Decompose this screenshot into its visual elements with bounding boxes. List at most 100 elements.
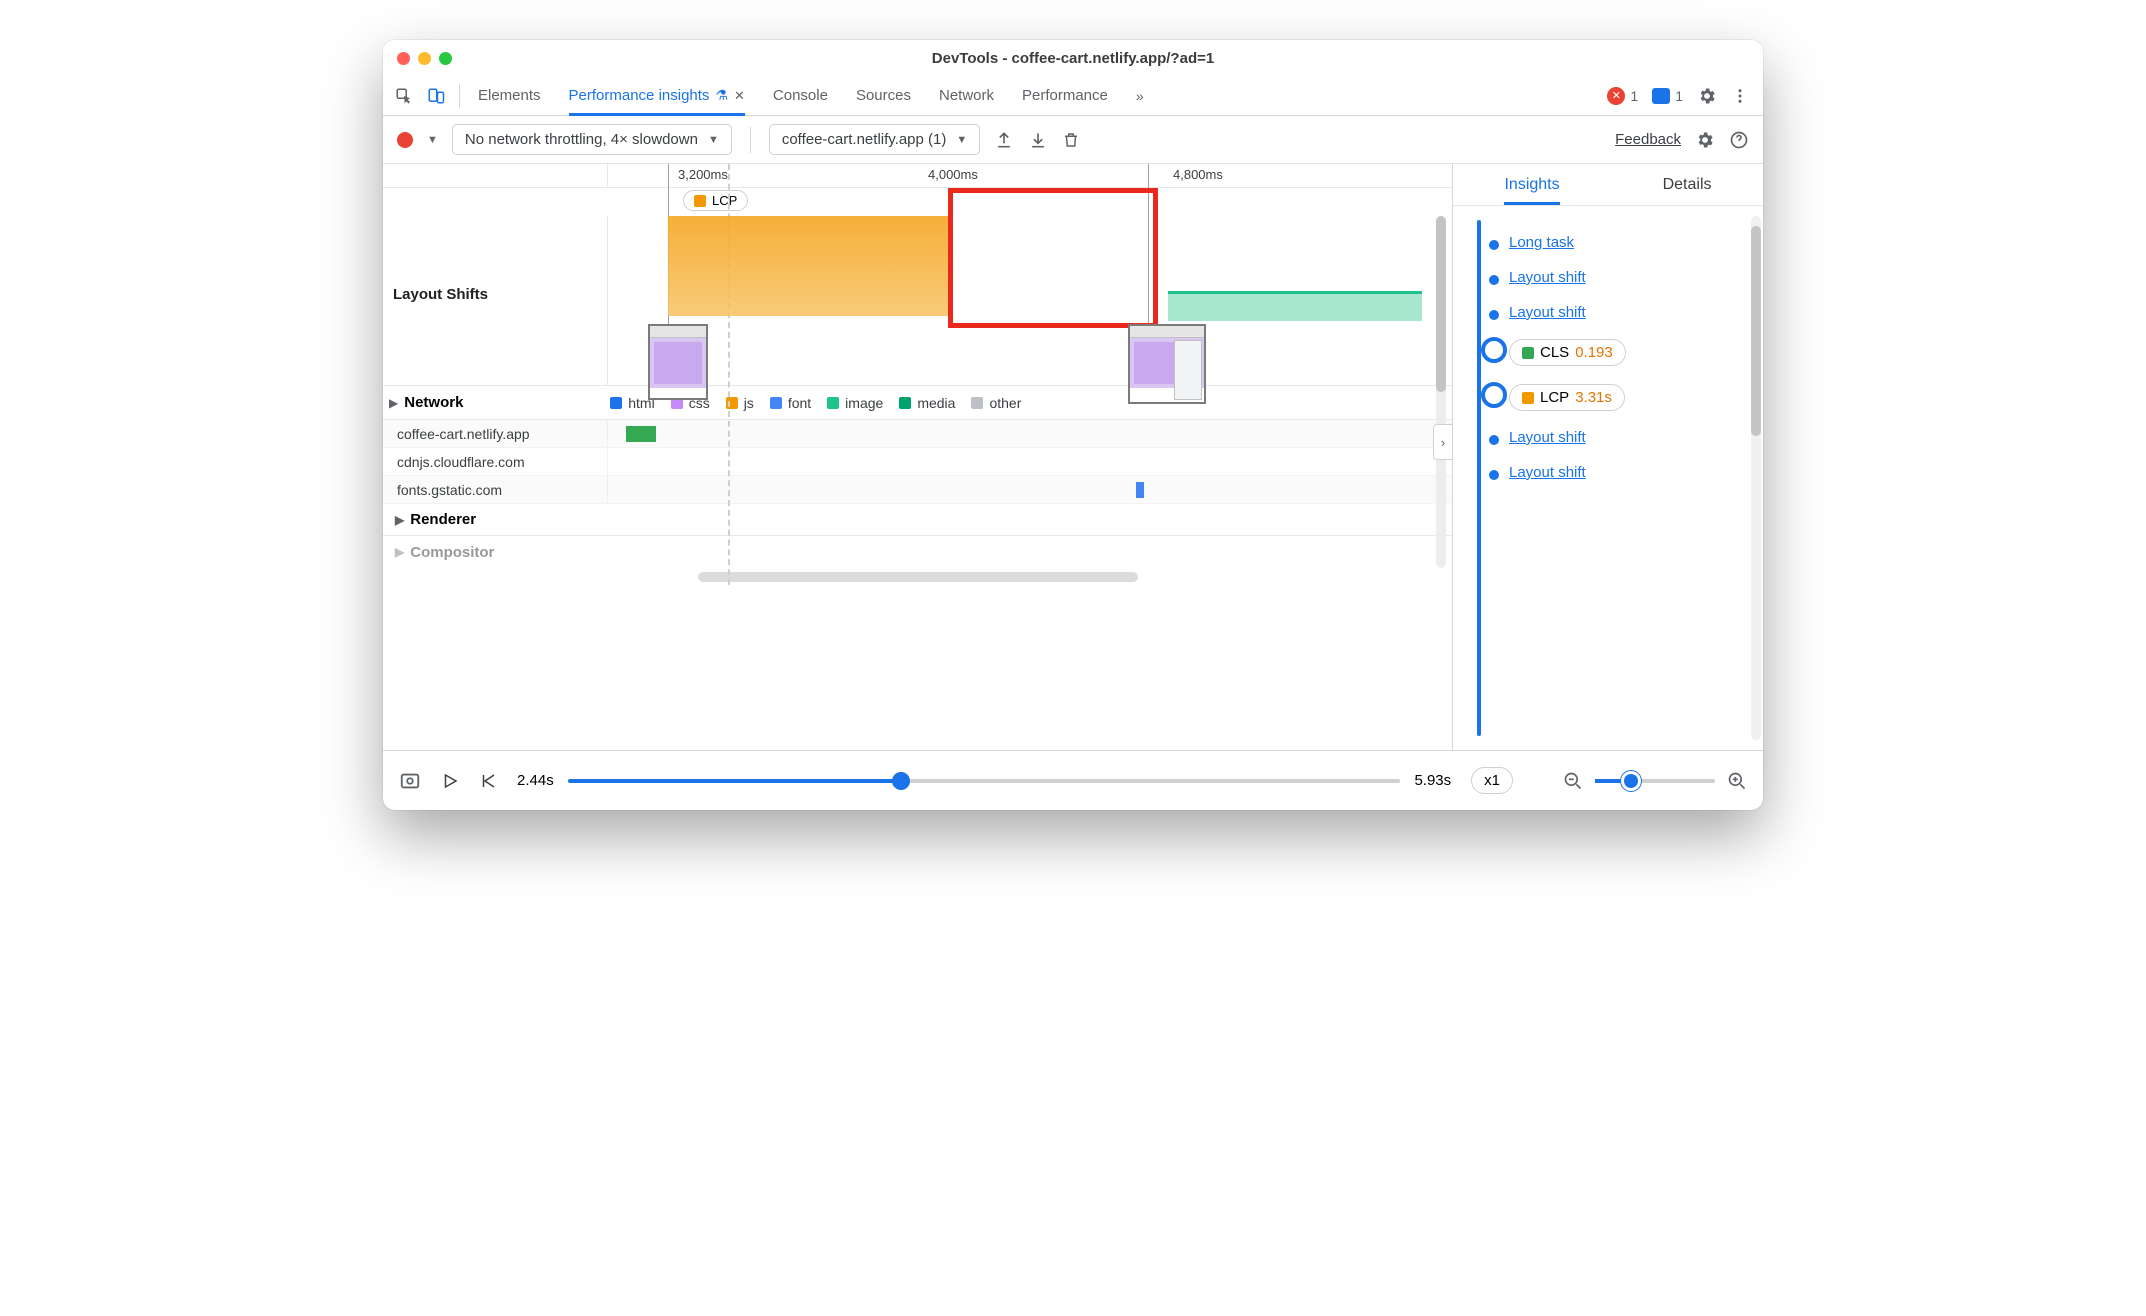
devtools-window: DevTools - coffee-cart.netlify.app/?ad=1… xyxy=(383,40,1763,810)
minimize-window-button[interactable] xyxy=(418,52,431,65)
close-tab-icon[interactable]: ✕ xyxy=(734,88,745,104)
insight-item-layout-shift[interactable]: Layout shift xyxy=(1469,464,1747,481)
playback-speed-button[interactable]: x1 xyxy=(1471,767,1513,794)
tab-details[interactable]: Details xyxy=(1663,164,1712,205)
insight-item-long-task[interactable]: Long task xyxy=(1469,234,1747,251)
page-select[interactable]: coffee-cart.netlify.app (1) ▼ xyxy=(769,124,980,155)
zoom-knob[interactable] xyxy=(1621,771,1641,791)
lcp-color-swatch xyxy=(694,195,706,207)
ruler-tick: 3,200ms xyxy=(678,167,728,182)
flame-block-cls[interactable] xyxy=(1168,291,1422,321)
chevron-down-icon: ▼ xyxy=(708,134,719,146)
error-icon: ✕ xyxy=(1607,87,1625,105)
lcp-marker-chip[interactable]: LCP xyxy=(683,190,748,211)
seek-start-button[interactable] xyxy=(479,772,497,790)
layout-shifts-track[interactable] xyxy=(608,216,1452,385)
panel-settings-icon[interactable] xyxy=(1695,130,1715,150)
right-tabs: Insights Details xyxy=(1453,164,1763,206)
insight-item-layout-shift[interactable]: Layout shift xyxy=(1469,304,1747,321)
time-slider[interactable] xyxy=(568,779,1401,783)
row-label-layout-shifts: Layout Shifts xyxy=(383,216,608,385)
tab-sources[interactable]: Sources xyxy=(856,76,911,115)
traffic-lights xyxy=(397,52,452,65)
insight-item-lcp[interactable]: LCP 3.31s xyxy=(1469,384,1747,411)
request-bar[interactable] xyxy=(1136,482,1144,498)
titlebar: DevTools - coffee-cart.netlify.app/?ad=1 xyxy=(383,40,1763,76)
vertical-scrollbar[interactable] xyxy=(1436,216,1446,568)
ruler-tick: 4,800ms xyxy=(1173,167,1223,182)
export-icon[interactable] xyxy=(994,130,1014,150)
insight-item-layout-shift[interactable]: Layout shift xyxy=(1469,269,1747,286)
tab-network[interactable]: Network xyxy=(939,76,994,115)
device-toolbar-icon[interactable] xyxy=(427,87,445,105)
disclosure-triangle-icon[interactable]: ▶ xyxy=(389,545,410,559)
tab-performance-insights[interactable]: Performance insights ⚗ ✕ xyxy=(569,76,745,115)
timeline-dot-icon xyxy=(1487,433,1501,447)
network-host-row[interactable]: coffee-cart.netlify.app xyxy=(383,420,1452,448)
tab-performance[interactable]: Performance xyxy=(1022,76,1108,115)
timeline-ring-icon xyxy=(1481,337,1507,363)
insight-item-cls[interactable]: CLS 0.193 xyxy=(1469,339,1747,366)
network-host-row[interactable]: fonts.gstatic.com xyxy=(383,476,1452,504)
zoom-in-icon[interactable] xyxy=(1727,771,1747,791)
request-bar[interactable] xyxy=(626,426,656,442)
disclosure-triangle-icon[interactable]: ▶ xyxy=(389,513,410,527)
main-content: 3,200ms 4,000ms 4,800ms LCP Layout Shift… xyxy=(383,164,1763,750)
marker-row: LCP xyxy=(383,188,1452,216)
tab-elements[interactable]: Elements xyxy=(478,76,541,115)
maximize-window-button[interactable] xyxy=(439,52,452,65)
screenshot-thumbnail[interactable] xyxy=(1128,324,1206,404)
feedback-link[interactable]: Feedback xyxy=(1615,131,1681,148)
timeline-ring-icon xyxy=(1481,382,1507,408)
time-ruler[interactable]: 3,200ms 4,000ms 4,800ms xyxy=(383,164,1452,188)
slider-knob[interactable] xyxy=(892,772,910,790)
timeline-dot-icon xyxy=(1487,273,1501,287)
timeline-player: 2.44s 5.93s x1 xyxy=(383,750,1763,810)
play-button[interactable] xyxy=(441,772,459,790)
time-end-label: 5.93s xyxy=(1414,772,1451,789)
horizontal-scrollbar[interactable] xyxy=(383,568,1452,586)
zoom-controls xyxy=(1563,771,1747,791)
help-icon[interactable] xyxy=(1729,130,1749,150)
record-button[interactable] xyxy=(397,132,413,148)
network-section-header[interactable]: ▶ Network html css js font image media o… xyxy=(383,386,1452,420)
record-dropdown-icon[interactable]: ▼ xyxy=(427,134,438,146)
delete-icon[interactable] xyxy=(1062,130,1080,150)
error-count-badge[interactable]: ✕ 1 xyxy=(1607,87,1638,105)
network-host-row[interactable]: cdnjs.cloudflare.com xyxy=(383,448,1452,476)
insights-scrollbar[interactable] xyxy=(1751,216,1761,740)
inspect-element-icon[interactable] xyxy=(395,87,413,105)
top-tab-bar: Elements Performance insights ⚗ ✕ Consol… xyxy=(383,76,1763,116)
window-title: DevTools - coffee-cart.netlify.app/?ad=1 xyxy=(383,50,1763,67)
layout-shifts-row: Layout Shifts xyxy=(383,216,1452,386)
message-icon xyxy=(1652,88,1670,104)
screenshot-thumbnail[interactable] xyxy=(648,324,708,400)
settings-icon[interactable] xyxy=(1697,86,1717,106)
zoom-slider[interactable] xyxy=(1595,779,1715,783)
disclosure-triangle-icon[interactable]: ▶ xyxy=(383,396,404,410)
insights-list[interactable]: Long task Layout shift Layout shift CLS … xyxy=(1453,206,1763,750)
timeline-dot-icon xyxy=(1487,238,1501,252)
throttling-select[interactable]: No network throttling, 4× slowdown ▼ xyxy=(452,124,732,155)
insights-panel: Insights Details Long task Layout shift … xyxy=(1453,164,1763,750)
renderer-section-header[interactable]: ▶ Renderer xyxy=(383,504,1452,536)
close-window-button[interactable] xyxy=(397,52,410,65)
tab-console[interactable]: Console xyxy=(773,76,828,115)
preview-toggle-icon[interactable] xyxy=(399,770,421,792)
timeline-panel: 3,200ms 4,000ms 4,800ms LCP Layout Shift… xyxy=(383,164,1453,750)
experiment-icon: ⚗ xyxy=(715,87,728,104)
more-tabs-icon[interactable]: » xyxy=(1136,88,1144,104)
timeline-dot-icon xyxy=(1487,468,1501,482)
flame-block-lcp[interactable] xyxy=(668,216,948,316)
compositor-section-header[interactable]: ▶ Compositor xyxy=(383,536,1452,568)
ruler-tick: 4,000ms xyxy=(928,167,978,182)
panel-collapse-handle[interactable]: › xyxy=(1433,424,1453,460)
import-icon[interactable] xyxy=(1028,130,1048,150)
chevron-down-icon: ▼ xyxy=(956,134,967,146)
time-start-label: 2.44s xyxy=(517,772,554,789)
more-options-icon[interactable] xyxy=(1731,87,1749,105)
tab-insights[interactable]: Insights xyxy=(1504,164,1559,205)
message-count-badge[interactable]: 1 xyxy=(1652,88,1683,104)
insight-item-layout-shift[interactable]: Layout shift xyxy=(1469,429,1747,446)
zoom-out-icon[interactable] xyxy=(1563,771,1583,791)
